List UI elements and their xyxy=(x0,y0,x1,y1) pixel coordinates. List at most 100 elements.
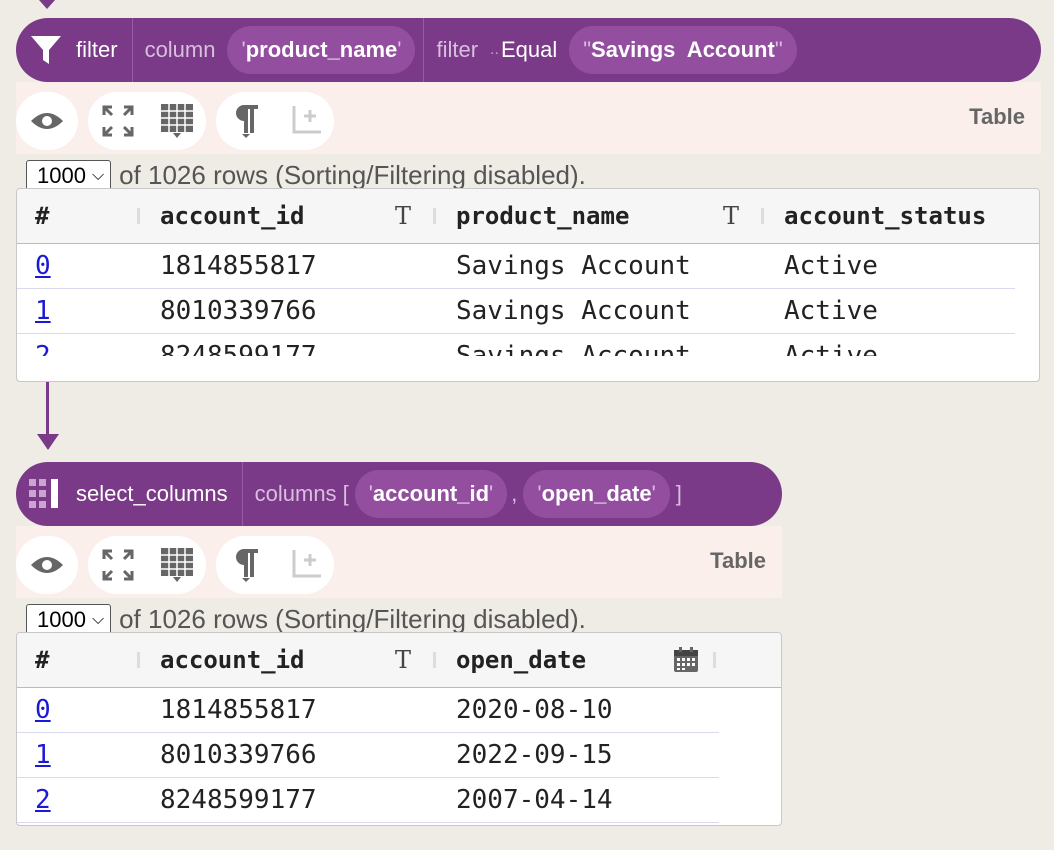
list-close-bracket: ] xyxy=(675,481,682,506)
select-output-panel: Table xyxy=(16,526,782,598)
column-resizer[interactable] xyxy=(713,652,716,668)
row-index-link[interactable]: 1 xyxy=(35,740,51,770)
column-pill[interactable]: ' account_id ' xyxy=(354,470,508,518)
connector-arrow-top xyxy=(39,0,55,9)
row-index-link[interactable]: 1 xyxy=(35,296,51,326)
table-icon[interactable] xyxy=(154,542,200,588)
row-index-link[interactable]: 0 xyxy=(35,695,51,725)
row-count-text: of 1026 rows (Sorting/Filtering disabled… xyxy=(119,604,586,634)
select-columns-step-bar[interactable]: select_columns columns [ ' account_id ' , … xyxy=(16,462,782,526)
header-account-id[interactable]: account_id xyxy=(160,189,305,243)
add-column-icon[interactable] xyxy=(282,98,328,144)
column-resizer[interactable] xyxy=(137,652,140,668)
select-result-table: # account_id T open_date 0 1814855817 20… xyxy=(16,632,782,826)
expand-icon[interactable] xyxy=(95,542,141,588)
cell-account-id: 8248599177 xyxy=(160,785,317,815)
view-group xyxy=(88,92,206,150)
view-mode-label: Table xyxy=(710,548,766,573)
cell-account-id: 8010339766 xyxy=(160,740,317,770)
funnel-icon xyxy=(16,33,76,67)
chevron-down-icon: ⌵ xyxy=(91,167,105,184)
filter-output-toolbar: Table xyxy=(16,82,1041,156)
select-output-toolbar: Table xyxy=(16,526,782,600)
header-open-date[interactable]: open_date xyxy=(456,633,586,687)
column-value: account_id xyxy=(372,481,490,506)
step-name[interactable]: filter xyxy=(76,18,133,82)
view-mode-label: Table xyxy=(969,104,1025,129)
expand-icon[interactable] xyxy=(95,98,141,144)
cell-product-name: Savings Account xyxy=(456,251,691,281)
calendar-type-icon xyxy=(673,633,699,687)
row-count-text: of 1026 rows (Sorting/Filtering disabled… xyxy=(119,160,586,190)
cell-account-id: 8248599177 xyxy=(160,341,317,356)
filter-value-pill[interactable]: " Savings Account " xyxy=(569,26,797,74)
operator-prefix: .. xyxy=(490,41,499,58)
cell-account-status: Active xyxy=(784,251,878,281)
table-row: 1 8010339766 2022-09-15 xyxy=(17,733,719,778)
table-icon[interactable] xyxy=(154,98,200,144)
filter-value: Savings Account xyxy=(591,37,775,62)
cell-account-status: Active xyxy=(784,296,878,326)
table-header: # account_id T product_name T account_st… xyxy=(17,189,1039,244)
header-account-id[interactable]: account_id xyxy=(160,633,305,687)
filter-result-table: # account_id T product_name T account_st… xyxy=(16,188,1040,382)
view-group xyxy=(88,536,206,594)
column-pill[interactable]: ' open_date ' xyxy=(523,470,670,518)
column-value: open_date xyxy=(541,481,652,506)
connector-line xyxy=(46,382,49,438)
column-resizer[interactable] xyxy=(137,208,140,224)
column-arg: column ' product_name ' xyxy=(133,18,424,82)
cell-product-name: Savings Account xyxy=(456,296,691,326)
row-index-link[interactable]: 2 xyxy=(35,785,51,815)
column-resizer[interactable] xyxy=(761,208,764,224)
header-account-status[interactable]: account_status xyxy=(784,189,986,243)
visibility-group xyxy=(16,536,78,594)
connector-arrow xyxy=(37,434,59,450)
table-row: 2 8248599177 Savings Account Active xyxy=(17,334,1015,356)
table-header: # account_id T open_date xyxy=(17,633,781,688)
filter-arg: filter .. Equal " Savings Account " xyxy=(423,18,804,82)
table-row: 1 8010339766 Savings Account Active xyxy=(17,289,1015,334)
eye-icon[interactable] xyxy=(24,98,70,144)
cell-open-date: 2022-09-15 xyxy=(456,740,613,770)
columns-arg: columns [ ' account_id ' , ' open_date ' ] xyxy=(243,462,696,526)
cell-open-date: 2007-04-14 xyxy=(456,785,613,815)
row-index-link[interactable]: 0 xyxy=(35,251,51,281)
table-row: 0 1814855817 2020-08-10 xyxy=(17,688,719,733)
filter-rows-line: 1000 ⌵ of 1026 rows (Sorting/Filtering di… xyxy=(26,156,1026,192)
columns-label: columns xyxy=(254,481,337,506)
cell-account-status: Active xyxy=(784,341,878,356)
filter-output-panel: Table xyxy=(16,82,1041,154)
operator[interactable]: Equal xyxy=(501,37,557,63)
string-type-icon: T xyxy=(723,202,740,230)
cell-account-id: 1814855817 xyxy=(160,251,317,281)
column-resizer[interactable] xyxy=(433,208,436,224)
step-name[interactable]: select_columns xyxy=(76,462,243,526)
cell-product-name: Savings Account xyxy=(456,341,691,356)
format-group xyxy=(216,92,334,150)
string-type-icon: T xyxy=(395,202,412,230)
cell-open-date: 2020-08-10 xyxy=(456,695,613,725)
header-index[interactable]: # xyxy=(35,633,49,687)
pilcrow-icon[interactable] xyxy=(223,98,269,144)
select-rows-line: 1000 ⌵ of 1026 rows (Sorting/Filtering di… xyxy=(26,600,776,636)
filter-label: filter xyxy=(436,37,479,62)
row-index-link[interactable]: 2 xyxy=(35,341,51,356)
list-open-bracket: [ xyxy=(342,481,349,506)
eye-icon[interactable] xyxy=(24,542,70,588)
cell-account-id: 8010339766 xyxy=(160,296,317,326)
pilcrow-icon[interactable] xyxy=(223,542,269,588)
filter-step-bar[interactable]: filter column ' product_name ' filter .. E… xyxy=(16,18,1041,82)
add-column-icon[interactable] xyxy=(282,542,328,588)
header-index[interactable]: # xyxy=(35,189,49,243)
page-size-value: 1000 xyxy=(37,163,86,188)
column-resizer[interactable] xyxy=(433,652,436,668)
header-product-name[interactable]: product_name xyxy=(456,189,629,243)
column-value-pill[interactable]: ' product_name ' xyxy=(227,26,416,74)
chevron-down-icon: ⌵ xyxy=(91,611,105,628)
grid-icon xyxy=(16,479,76,509)
column-value: product_name xyxy=(245,37,398,62)
list-separator: , xyxy=(511,481,518,506)
format-group xyxy=(216,536,334,594)
string-type-icon: T xyxy=(395,646,412,674)
